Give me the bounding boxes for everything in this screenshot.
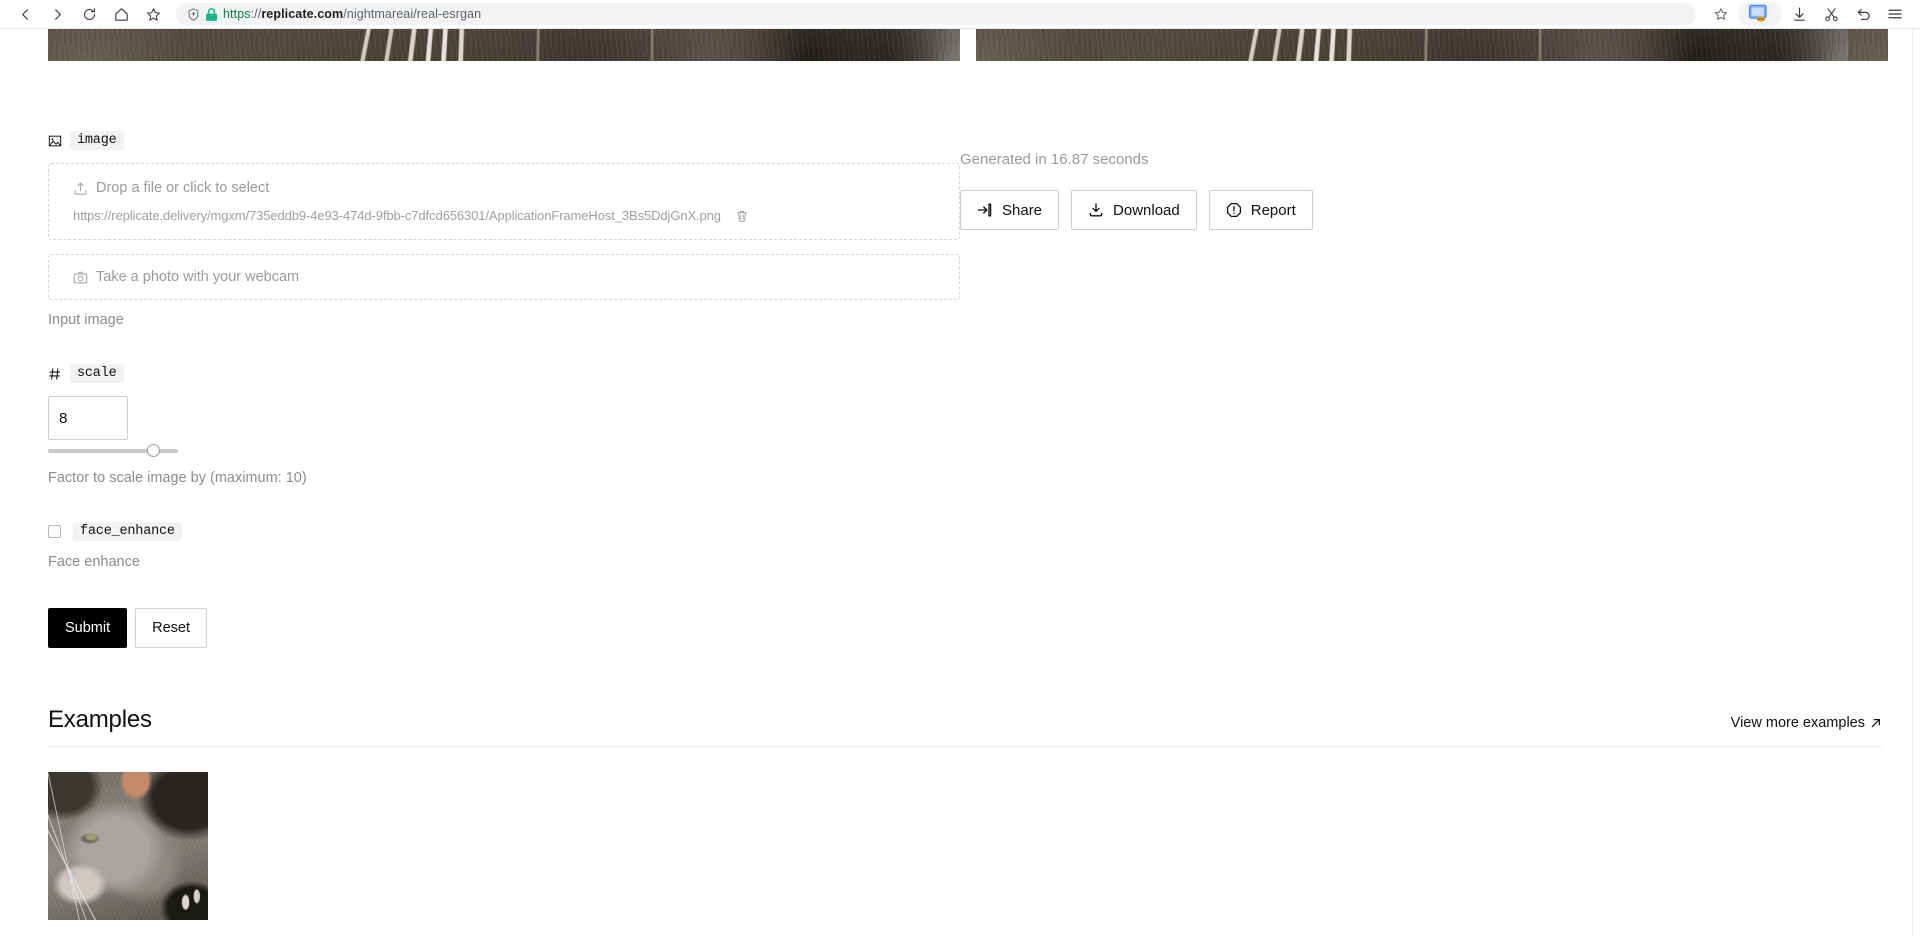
url-host: replicate.com — [261, 6, 344, 21]
reload-icon[interactable] — [74, 2, 104, 26]
input-image-preview[interactable] — [48, 29, 960, 61]
navigation-controls — [10, 2, 168, 26]
external-arrow-icon — [1871, 718, 1880, 728]
slider-thumb[interactable] — [146, 444, 160, 457]
file-dropzone[interactable]: Drop a file or click to select https://r… — [48, 163, 960, 240]
back-icon[interactable] — [10, 2, 40, 26]
cut-scissors-icon[interactable] — [1816, 2, 1846, 26]
result-actions: Share Download Report — [960, 190, 1880, 230]
form-actions: Submit Reset — [48, 608, 960, 648]
webcam-prompt[interactable]: Take a photo with your webcam — [73, 269, 935, 285]
menu-icon[interactable] — [1880, 2, 1910, 26]
url-scheme: https — [223, 6, 251, 21]
image-icon — [48, 135, 62, 146]
report-button[interactable]: Report — [1208, 190, 1313, 230]
upload-icon — [74, 181, 87, 195]
face-enhance-row: face_enhance — [48, 522, 960, 541]
example-thumbnail[interactable] — [48, 772, 208, 920]
bookmark-star-icon[interactable] — [138, 2, 168, 26]
webcam-dropzone[interactable]: Take a photo with your webcam — [48, 254, 960, 300]
tracking-protection-icon[interactable] — [186, 7, 201, 22]
image-field-help: Input image — [48, 312, 124, 328]
examples-title: Examples — [48, 706, 152, 733]
face-enhance-field: face_enhance Face enhance — [48, 522, 960, 570]
download-button[interactable]: Download — [1071, 190, 1197, 230]
lock-icon — [206, 7, 217, 21]
examples-section: Examples View more examples — [48, 706, 1882, 920]
image-preview-strips — [0, 29, 1920, 61]
generation-time-text: Generated in 16.87 seconds — [960, 151, 1149, 168]
image-field-key: image — [70, 131, 124, 150]
trash-icon[interactable] — [735, 209, 749, 223]
image-field: image Drop a file or click to select htt… — [48, 131, 960, 328]
star-icon[interactable] — [1706, 2, 1736, 26]
examples-header: Examples View more examples — [48, 706, 1882, 747]
reset-button[interactable]: Reset — [135, 608, 208, 648]
dropzone-prompt[interactable]: Drop a file or click to select — [73, 180, 935, 196]
page-scrollbar[interactable] — [1912, 29, 1920, 936]
uploaded-file-row: https://replicate.delivery/mgxm/735eddb9… — [73, 208, 935, 223]
uploaded-file-url: https://replicate.delivery/mgxm/735eddb9… — [73, 208, 721, 223]
face-enhance-checkbox[interactable] — [48, 525, 61, 538]
share-button[interactable]: Share — [960, 190, 1060, 230]
url-separator: :// — [250, 6, 262, 21]
scale-field-label-row: scale — [48, 364, 960, 383]
scale-slider[interactable] — [48, 444, 178, 458]
download-icon — [1089, 203, 1103, 217]
report-label: Report — [1250, 201, 1296, 219]
result-panel: Generated in 16.87 seconds Share Downloa… — [960, 151, 1880, 230]
browser-toolbar: https://replicate.com/nightmareai/real-e… — [0, 0, 1920, 29]
scale-field-key: scale — [70, 364, 124, 383]
model-input-form: image Drop a file or click to select htt… — [48, 131, 960, 648]
address-bar[interactable]: https://replicate.com/nightmareai/real-e… — [176, 3, 1696, 25]
camera-icon — [73, 271, 88, 283]
url-text: https://replicate.com/nightmareai/real-e… — [223, 8, 481, 21]
scale-field-help: Factor to scale image by (maximum: 10) — [48, 470, 307, 486]
view-more-label: View more examples — [1730, 715, 1865, 731]
output-image-preview[interactable] — [976, 29, 1888, 61]
view-more-examples-link[interactable]: View more examples — [1731, 715, 1882, 731]
share-icon — [977, 203, 992, 217]
face-enhance-field-key: face_enhance — [73, 522, 182, 541]
number-hash-icon — [49, 367, 61, 380]
webcam-label: Take a photo with your webcam — [96, 269, 300, 285]
screenshot-icon[interactable] — [1738, 2, 1782, 26]
image-field-label-row: image — [48, 131, 960, 150]
share-label: Share — [1002, 201, 1043, 219]
report-icon — [1226, 202, 1241, 218]
page-content: image Drop a file or click to select htt… — [0, 29, 1920, 936]
downloads-icon[interactable] — [1784, 2, 1814, 26]
forward-icon[interactable] — [42, 2, 72, 26]
submit-button[interactable]: Submit — [48, 608, 128, 648]
face-enhance-help: Face enhance — [48, 554, 140, 570]
scale-field: scale Factor to scale image by (maximum:… — [48, 364, 960, 486]
home-icon[interactable] — [106, 2, 136, 26]
url-path: /nightmareai/real-esrgan — [343, 6, 482, 21]
dropzone-label: Drop a file or click to select — [96, 180, 270, 196]
download-label: Download — [1113, 201, 1180, 219]
history-back-icon[interactable] — [1848, 2, 1878, 26]
scale-number-input[interactable] — [48, 396, 128, 440]
browser-toolbar-actions — [1706, 2, 1910, 26]
